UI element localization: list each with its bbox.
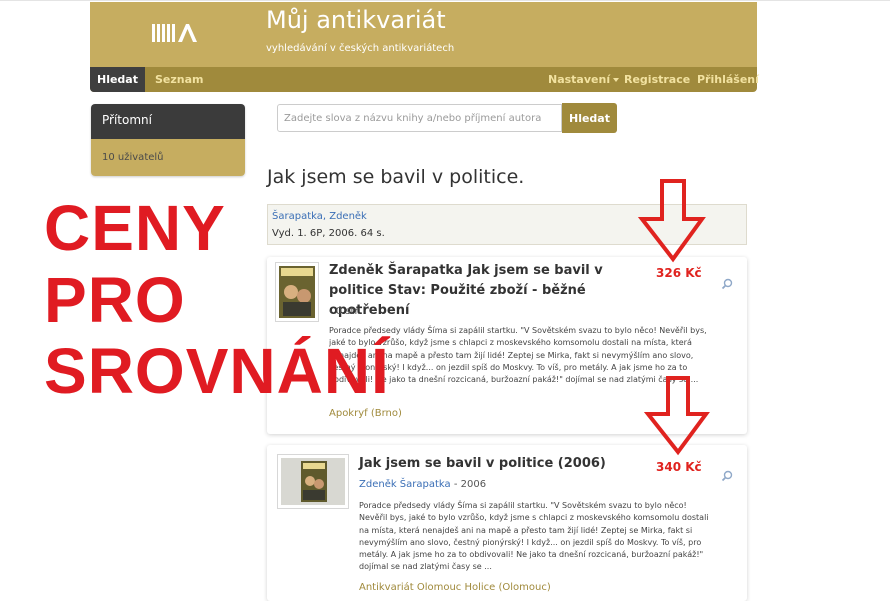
site-title[interactable]: Můj antikvariát [266,6,446,34]
caret-down-icon [613,78,620,82]
users-count: 10 uživatelů [91,139,245,176]
top-border [0,0,890,1]
book-cover-image [281,458,345,505]
panel-heading: Přítomní [91,104,245,139]
book-thumbnail[interactable] [277,454,349,509]
navbar: Hledat Seznam Nastavení Registrace Přihl… [90,67,759,92]
site-subtitle: vyhledávání v českých antikvariátech [266,43,455,54]
author-link[interactable]: Šarapatka, Zdeněk [272,211,367,222]
search-input[interactable] [277,104,562,132]
present-users-panel: Přítomní 10 uživatelů [91,104,245,176]
overlay-line-3: SROVNÁNÍ [44,335,390,407]
listing-title[interactable]: Jak jsem se bavil v politice (2006) [359,454,659,474]
zoom-icon[interactable] [721,470,733,482]
nav-register[interactable]: Registrace [624,67,690,92]
nav-login[interactable]: Přihlášení [697,67,759,92]
author-link[interactable]: Zdeněk Šarapatka [359,479,451,490]
page-title: Jak jsem se bavil v politice. [267,166,525,188]
listing-meta: - 0 str. [329,306,361,317]
seller-link[interactable]: Antikvariát Olomouc Holice (Olomouc) [359,582,551,593]
nav-settings[interactable]: Nastavení [548,67,620,92]
listing-description: Poradce předsedy vlády Šíma si zapálil s… [359,501,709,572]
price-label: 340 Kč [656,460,702,474]
arrow-down-icon [638,179,706,263]
book-thumbnail[interactable] [275,262,319,322]
zoom-icon[interactable] [721,278,733,290]
book-cover-image [279,266,315,318]
listing-meta: Zdeněk Šarapatka - 2006 [359,479,486,490]
logo-icon[interactable] [152,22,200,44]
overlay-line-2: PRO [44,264,186,336]
nav-search[interactable]: Hledat [90,67,145,92]
arrow-down-icon [644,376,710,456]
price-label: 326 Kč [656,266,702,280]
seller-link[interactable]: Apokryf (Brno) [329,408,402,419]
book-details: Vyd. 1. 6P, 2006. 64 s. [272,228,385,239]
listing-title[interactable]: Zdeněk Šarapatka Jak jsem se bavil v pol… [329,261,659,321]
search-button[interactable]: Hledat [562,103,617,133]
overlay-line-1: CENY [44,192,226,264]
site-header: Můj antikvariát vyhledávání v českých an… [90,2,757,67]
nav-settings-label: Nastavení [548,73,611,86]
listing-year: - 2006 [453,479,487,490]
nav-list[interactable]: Seznam [155,67,204,92]
